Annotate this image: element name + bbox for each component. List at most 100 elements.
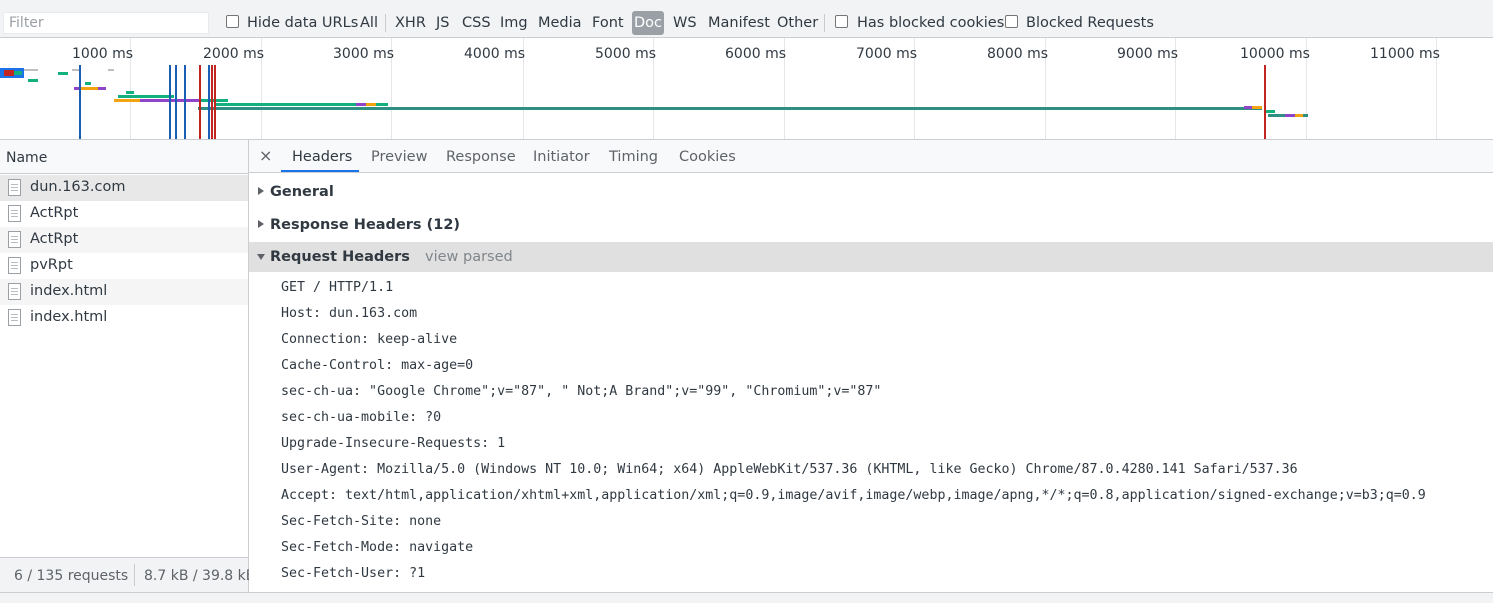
transfer-size: 8.7 kB / 39.8 kB (144, 568, 256, 584)
timeline-tick-label: 5000 ms (595, 46, 657, 62)
request-header-line: GET / HTTP/1.1 (281, 280, 394, 295)
filter-type-doc[interactable]: Doc (632, 11, 665, 35)
timeline-request-bar (1252, 106, 1262, 109)
timeline-tick-label: 10000 ms (1240, 46, 1310, 62)
request-header-line: Connection: keep-alive (281, 332, 458, 347)
tab-cookies[interactable]: Cookies (679, 149, 736, 165)
load-marker (211, 65, 213, 139)
request-header-line: User-Agent: Mozilla/5.0 (Windows NT 10.0… (281, 462, 1298, 477)
request-name: index.html (30, 309, 108, 325)
has-blocked-cookies-checkbox[interactable] (835, 15, 848, 28)
timeline-request-bar (356, 103, 366, 106)
request-list-pane: Name dun.163.com ActRpt ActRpt pvRpt ind… (0, 140, 255, 592)
request-header-line: Host: dun.163.com (281, 306, 418, 321)
timeline-tick-label: 1000 ms (72, 46, 134, 62)
request-row[interactable]: dun.163.com (0, 175, 248, 201)
request-name: ActRpt (30, 231, 79, 247)
section-title: Response Headers (12) (270, 217, 461, 233)
request-row[interactable]: index.html (0, 279, 248, 305)
request-row[interactable]: pvRpt (0, 253, 248, 279)
filter-type-ws[interactable]: WS (673, 11, 697, 35)
blocked-requests-checkbox[interactable] (1005, 15, 1018, 28)
filter-type-font[interactable]: Font (592, 11, 624, 35)
request-header-line: Sec-Fetch-Mode: navigate (281, 540, 474, 555)
load-marker (199, 65, 201, 139)
timeline-tick-label: 2000 ms (203, 46, 265, 62)
timeline-tick-label: 8000 ms (987, 46, 1049, 62)
tab-headers[interactable]: Headers (292, 149, 352, 165)
timeline-request-bar (58, 72, 68, 75)
tab-timing[interactable]: Timing (609, 149, 658, 165)
filter-type-media[interactable]: Media (538, 11, 582, 35)
timeline-tick-label: 9000 ms (1117, 46, 1179, 62)
general-section-header[interactable]: General (249, 177, 1493, 207)
filter-type-manifest[interactable]: Manifest (708, 11, 770, 35)
filter-type-xhr[interactable]: XHR (395, 11, 426, 35)
dom-content-loaded-marker (175, 65, 177, 139)
timeline-request-bar (126, 91, 134, 94)
response-headers-section-header[interactable]: Response Headers (12) (249, 210, 1493, 240)
filter-toolbar: Hide data URLs All XHR JS CSS Img Media … (0, 8, 1493, 38)
request-headers-section-header[interactable]: Request Headers view parsed (249, 242, 1493, 272)
section-title: General (270, 184, 334, 200)
timeline-request-bar (1244, 106, 1252, 109)
timeline-request-bar (85, 82, 91, 85)
request-row[interactable]: ActRpt (0, 227, 248, 253)
dom-content-loaded-marker (79, 65, 81, 139)
active-tab-indicator (281, 170, 359, 172)
filter-input[interactable] (3, 12, 209, 34)
tab-response[interactable]: Response (446, 149, 516, 165)
timeline-tick-label: 6000 ms (725, 46, 787, 62)
timeline-request-bar (1285, 114, 1295, 117)
request-header-line: sec-ch-ua: "Google Chrome";v="87", " Not… (281, 384, 882, 399)
name-column-label: Name (6, 150, 48, 166)
request-details-pane: × Headers Preview Response Initiator Tim… (249, 140, 1493, 592)
close-icon[interactable]: × (259, 146, 272, 165)
tab-preview[interactable]: Preview (371, 149, 427, 165)
collapse-arrow-icon (257, 254, 265, 260)
document-icon (8, 231, 21, 248)
request-name: ActRpt (30, 205, 79, 221)
network-overview-timeline[interactable]: 1000 ms 2000 ms 3000 ms 4000 ms 5000 ms … (0, 38, 1493, 140)
timeline-request-bar (118, 95, 174, 98)
filter-type-other[interactable]: Other (777, 11, 818, 35)
request-name: dun.163.com (30, 179, 126, 195)
dom-content-loaded-marker (184, 65, 186, 139)
document-icon (8, 309, 21, 326)
filter-type-all[interactable]: All (360, 11, 378, 35)
timeline-request-bar (1295, 114, 1303, 117)
request-name: pvRpt (30, 257, 73, 273)
toolbar-divider (824, 14, 825, 32)
name-column-header[interactable]: Name (0, 140, 248, 174)
request-header-line: Sec-Fetch-User: ?1 (281, 566, 426, 581)
request-row[interactable]: ActRpt (0, 201, 248, 227)
filter-type-img[interactable]: Img (500, 11, 528, 35)
timeline-request-bar (108, 69, 114, 71)
view-parsed-link[interactable]: view parsed (425, 249, 513, 265)
timeline-request-bar (80, 87, 98, 90)
request-status-bar: 6 / 135 requests 8.7 kB / 39.8 kB (0, 557, 255, 592)
has-blocked-cookies-label: Has blocked cookies (857, 15, 1005, 31)
details-tab-bar: × Headers Preview Response Initiator Tim… (249, 140, 1493, 173)
request-row[interactable]: index.html (0, 305, 248, 331)
document-icon (8, 257, 21, 274)
request-header-line: Upgrade-Insecure-Requests: 1 (281, 436, 506, 451)
hide-data-urls-label: Hide data URLs (247, 15, 359, 31)
hide-data-urls-checkbox[interactable] (226, 15, 239, 28)
timeline-tick-label: 11000 ms (1370, 46, 1440, 62)
request-header-line: Accept: text/html,application/xhtml+xml,… (281, 488, 1426, 503)
timeline-request-bar (24, 69, 38, 71)
devtools-bottom-strip (0, 592, 1493, 603)
timeline-tick-label: 3000 ms (333, 46, 395, 62)
toolbar-divider (385, 14, 386, 32)
filter-type-css[interactable]: CSS (462, 11, 491, 35)
request-name: index.html (30, 283, 108, 299)
timeline-request-bar (4, 70, 14, 76)
timeline-request-bar (14, 71, 22, 75)
load-marker (214, 65, 216, 139)
filter-type-js[interactable]: JS (436, 11, 449, 35)
timeline-request-bar (366, 103, 376, 106)
request-header-line: sec-ch-ua-mobile: ?0 (281, 410, 442, 425)
timeline-tick-label: 4000 ms (464, 46, 526, 62)
tab-initiator[interactable]: Initiator (533, 149, 590, 165)
